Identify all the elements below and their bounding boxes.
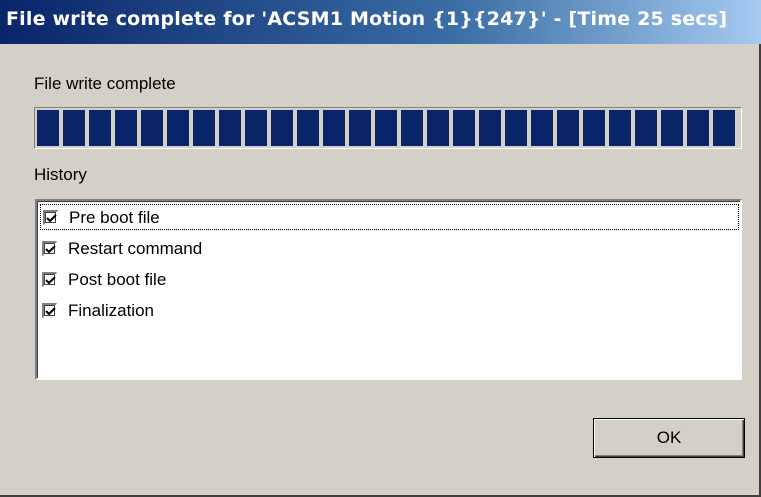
checkmark-icon <box>46 214 57 223</box>
dialog-window: File write complete for 'ACSM1 Motion {1… <box>0 0 761 497</box>
list-item-label: Post boot file <box>68 270 167 289</box>
history-listbox[interactable]: Pre boot file Restart command Post boot … <box>35 199 742 380</box>
ok-button[interactable]: OK <box>593 418 745 458</box>
checkbox[interactable] <box>42 303 57 318</box>
list-item-label: Pre boot file <box>69 208 160 227</box>
checkbox[interactable] <box>42 241 57 256</box>
list-item[interactable]: Pre boot file <box>40 204 739 230</box>
checkbox[interactable] <box>42 272 57 287</box>
progress-bar <box>34 107 742 149</box>
list-item-label: Finalization <box>68 301 154 320</box>
checkmark-icon <box>45 276 56 285</box>
list-item-label: Restart command <box>68 239 203 258</box>
list-item[interactable]: Finalization <box>40 298 739 324</box>
checkmark-icon <box>45 307 56 316</box>
checkbox[interactable] <box>43 210 58 225</box>
status-label: File write complete <box>34 74 176 93</box>
title-bar[interactable]: File write complete for 'ACSM1 Motion {1… <box>0 0 761 44</box>
window-title: File write complete for 'ACSM1 Motion {1… <box>6 8 728 30</box>
history-label: History <box>34 165 87 184</box>
list-item[interactable]: Restart command <box>40 236 739 262</box>
checkmark-icon <box>45 245 56 254</box>
list-item[interactable]: Post boot file <box>40 267 739 293</box>
progress-track <box>37 110 739 146</box>
progress-fill <box>37 110 739 146</box>
